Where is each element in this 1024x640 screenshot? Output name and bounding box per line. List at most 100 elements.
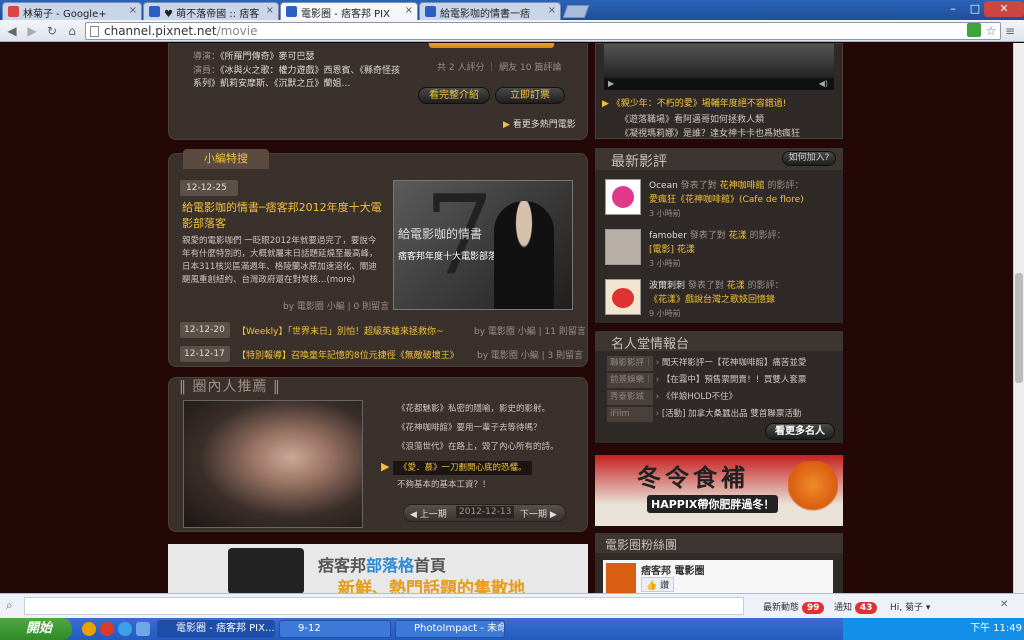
- scrollbar-thumb[interactable]: [1015, 273, 1023, 383]
- insider-title: ‖ 圈內人推薦 ‖: [179, 379, 281, 395]
- google-plus-favicon-icon: [8, 6, 19, 17]
- insider-item[interactable]: 不夠基本的基本工資？！: [369, 476, 584, 495]
- recent-reviews-panel: 最新影評 如何加入? Ocean 發表了對 花神咖啡館 的影評： 愛瘋狂《花神咖…: [595, 148, 843, 323]
- insider-item-active[interactable]: ▶ 《愛．慕》一刀劃開心底的恐懼。: [369, 457, 584, 476]
- portrait-figure: [494, 201, 554, 309]
- tab-google-plus[interactable]: 林菊子 - Google+ ×: [2, 2, 142, 20]
- article-title[interactable]: 給電影咖的情書─痞客邦2012年度十大電影部落客: [182, 200, 382, 232]
- volume-icon[interactable]: ◀): [819, 78, 834, 90]
- insider-photo[interactable]: [183, 400, 363, 528]
- video-item[interactable]: 《遊落職場》看阿邁哥如何拯救人類: [620, 112, 764, 125]
- maximize-button[interactable]: □: [964, 1, 986, 17]
- review-title[interactable]: 《花漾》戲說台灣之歌妓回憶錄: [649, 293, 839, 307]
- taskbar-item-photoimpact[interactable]: PhotoImpact - 未命名...: [395, 620, 505, 638]
- address-path: /movie: [216, 24, 258, 38]
- user-greeting[interactable]: Hi, 菊子 ▾: [890, 600, 930, 613]
- close-tab-icon[interactable]: ×: [405, 5, 413, 16]
- close-window-button[interactable]: ✕: [984, 1, 1024, 17]
- list-item-title[interactable]: 【Weekly】「世界末日」別怕！超級英雄來拯救你~: [237, 324, 444, 337]
- video-active-item[interactable]: ▶ 《親少年：不朽的愛》場輔年度絕不容錯過!: [602, 96, 786, 109]
- full-info-button[interactable]: 看完整介紹: [418, 87, 490, 104]
- latest-activity[interactable]: 最新動態 99: [763, 600, 825, 614]
- clock[interactable]: 下午 11:49: [970, 618, 1022, 640]
- ie-icon[interactable]: [118, 622, 132, 636]
- hall-row[interactable]: 秀泰影城 › 《伴娘HOLD不住》: [607, 390, 839, 407]
- reload-icon[interactable]: ↻: [44, 23, 60, 39]
- video-controls[interactable]: ▶ ◀): [604, 78, 834, 90]
- taskbar-item-folder[interactable]: 9-12: [279, 620, 391, 638]
- prev-issue-button[interactable]: ◀ 上一期: [410, 507, 447, 520]
- close-icon[interactable]: ✕: [1000, 599, 1008, 610]
- search-input[interactable]: [24, 597, 744, 615]
- tab-blog[interactable]: ♥ 萌不落帝國 :: 痞客 ×: [143, 2, 279, 20]
- search-icon[interactable]: ⌕: [6, 598, 13, 613]
- fan-club-title: 電影圈粉絲團: [605, 538, 678, 552]
- review-entry: 波爾刺刺 發表了對 花漾 的影評： 《花漾》戲說台灣之歌妓回憶錄 9 小時前: [649, 279, 839, 321]
- book-ticket-button[interactable]: 立即訂票: [495, 87, 565, 104]
- left-column: 導演：《所羅門傳奇》麥可巴瑟 演員：《冰與火之歌：權力遊戲》西恩賓、《縣奇怪孩系…: [168, 43, 588, 593]
- close-tab-icon[interactable]: ×: [129, 5, 137, 16]
- taskbar-item-browser[interactable]: 電影圈 - 痞客邦 PIX...: [157, 620, 275, 638]
- reviews-header: 最新影評 如何加入?: [595, 148, 843, 170]
- hall-title: 名人堂情報台: [611, 337, 690, 352]
- address-bar[interactable]: channel.pixnet.net/movie: [85, 22, 1001, 40]
- tab-movie-active[interactable]: 電影圈 - 痞客邦 PIX ×: [280, 2, 418, 20]
- page-favicon-icon: [425, 6, 436, 17]
- page-scrollbar[interactable]: [1013, 43, 1024, 593]
- hall-row[interactable]: iFilm › [活動] 加拿大桑蠶出品 雙首聯票活動: [607, 407, 839, 424]
- quick-launch-icon[interactable]: [82, 622, 96, 636]
- mascot-image: [788, 461, 838, 521]
- tab-love-letter[interactable]: 給電影咖的情書一痞 ×: [419, 2, 561, 20]
- list-item-date: 12-12-20: [179, 321, 231, 339]
- notifications[interactable]: 通知 43: [834, 600, 878, 614]
- start-button[interactable]: 開始: [0, 618, 72, 640]
- fan-page-name[interactable]: 痞客邦 電影圈: [641, 562, 704, 577]
- article-date: 12-12-25: [179, 179, 239, 197]
- issue-date: 2012-12-13: [456, 506, 515, 518]
- back-arrow-icon[interactable]: ◀: [4, 23, 20, 39]
- fan-page-avatar[interactable]: [606, 563, 636, 593]
- insider-item[interactable]: 《花都魅影》私密的隱喻，影史的影射。: [369, 400, 584, 419]
- bookmark-star-icon[interactable]: ☆: [983, 23, 999, 39]
- tab-label: ♥ 萌不落帝國 :: 痞客: [164, 9, 260, 20]
- hall-row[interactable]: 聯影影評｜ › 聞天祥影評一【花神咖啡館】痛苦並愛: [607, 356, 839, 373]
- avatar[interactable]: [605, 279, 641, 315]
- hall-rows: 聯影影評｜ › 聞天祥影評一【花神咖啡館】痛苦並愛 前景娛樂｜ › 【在霧中】預…: [607, 356, 839, 424]
- wrench-menu-icon[interactable]: ≡: [1002, 23, 1018, 39]
- minimize-button[interactable]: –: [942, 1, 964, 17]
- quick-launch-icon[interactable]: [136, 622, 150, 636]
- forward-arrow-icon[interactable]: ▶: [24, 23, 40, 39]
- editor-pick-panel: 小編特搜 12-12-25 給電影咖的情書─痞客邦2012年度十大電影部落客 親…: [168, 149, 588, 367]
- like-button[interactable]: 👍 讚: [641, 577, 675, 592]
- editor-pick-tab[interactable]: 小編特搜: [183, 149, 269, 169]
- ad-subtitle: HAPPIX帶你肥胖過冬！: [647, 495, 779, 513]
- ad-banner[interactable]: 冬令食補 HAPPIX帶你肥胖過冬！: [595, 455, 843, 526]
- article-excerpt: 親愛的電影咖們 一眨眼2012年就要過完了，要說今年有什麼特別的，大概就屬末日話…: [182, 236, 378, 285]
- page-icon: [90, 26, 99, 37]
- reviews-title: 最新影評: [611, 154, 667, 170]
- home-icon[interactable]: ⌂: [64, 23, 80, 39]
- pixnet-home-banner[interactable]: 痞客邦部落格首頁 新鮮、熱門話題的集散地: [168, 544, 588, 593]
- close-tab-icon[interactable]: ×: [266, 5, 274, 16]
- list-item-title[interactable]: 【特別報導】召喚童年記憶的8位元捷徑《無敵破壞王》: [237, 348, 459, 361]
- more-movies-link[interactable]: ▶ 看更多熱門電影: [503, 117, 576, 130]
- review-title[interactable]: [電影] 花漾: [649, 243, 839, 257]
- hall-row[interactable]: 前景娛樂｜ › 【在霧中】預售票開賣！！買雙人套票: [607, 373, 839, 390]
- article-image[interactable]: 7 給電影咖的情書 痞客邦年度十大電影部落客: [393, 180, 573, 310]
- more-celebrities-button[interactable]: 看更多名人: [765, 423, 835, 440]
- insider-item[interactable]: 《浪蕩世代》在路上，毀了內心所有的詩。: [369, 438, 584, 457]
- extension-icon[interactable]: [967, 23, 981, 37]
- close-tab-icon[interactable]: ×: [548, 5, 556, 16]
- chrome-icon[interactable]: [100, 622, 114, 636]
- insider-panel: ‖ 圈內人推薦 ‖ 《花都魅影》私密的隱喻，影史的影射。 《花神咖啡館》要用一輩…: [168, 377, 588, 532]
- review-title[interactable]: 愛瘋狂《花神咖啡館》(Cafe de flore): [649, 193, 839, 207]
- video-item[interactable]: 《凝視瑪莉娜》是誰？達女神卡卡也爲她瘋狂: [620, 126, 800, 139]
- avatar[interactable]: [605, 179, 641, 215]
- cast-label: 演員：: [193, 66, 221, 76]
- new-tab-button[interactable]: [562, 5, 590, 18]
- how-to-join-button[interactable]: 如何加入?: [782, 151, 836, 166]
- avatar[interactable]: [605, 229, 641, 265]
- next-issue-button[interactable]: 下一期 ▶: [520, 507, 557, 520]
- video-player[interactable]: ▶ ◀): [604, 44, 834, 90]
- insider-item[interactable]: 《花神咖啡館》要用一輩子去等待嗎？: [369, 419, 584, 438]
